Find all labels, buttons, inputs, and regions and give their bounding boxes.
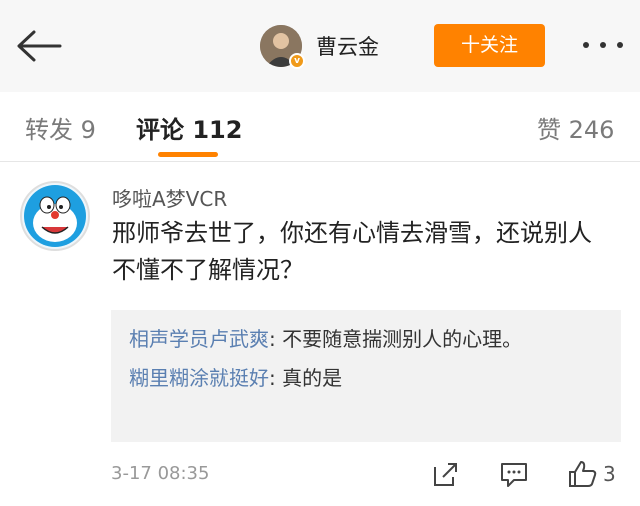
more-options-icon[interactable] [578,30,628,60]
comment-timestamp: 3-17 08:35 [111,463,210,484]
commenter-avatar[interactable] [20,181,90,251]
reply-item: 糊里糊涂就挺好: 真的是 [129,363,603,394]
user-avatar[interactable]: v [260,25,305,69]
comment-text: 邢师爷去世了，你还有心情去滑雪，还说别人不懂不了解情况？ [112,219,592,284]
verified-badge-icon: v [289,53,305,69]
reply-item: 相声学员卢武爽: 不要随意揣测别人的心理。 [129,324,603,355]
tab-bar: 转发 9 评论 112 赞 246 [0,92,640,162]
tab-comments[interactable]: 评论 112 [136,110,242,145]
tab-likes[interactable]: 赞 246 [537,110,614,145]
like-icon[interactable] [567,459,599,489]
like-count: 3 [603,462,616,486]
reply-text: : 不要随意揣测别人的心理。 [269,327,523,351]
reply-list[interactable]: 相声学员卢武爽: 不要随意揣测别人的心理。 糊里糊涂就挺好: 真的是 [111,310,621,442]
back-arrow-icon[interactable] [14,28,66,64]
profile-header[interactable]: v 曹云金 [260,23,379,69]
reply-author[interactable]: 相声学员卢武爽 [129,327,269,351]
reply-comment-icon[interactable] [499,459,529,489]
comment-item: 哆啦A梦VCR 邢师爷去世了，你还有心情去滑雪，还说别人不懂不了解情况？ 相声学… [0,163,640,506]
active-tab-indicator [158,152,218,157]
follow-button[interactable]: 十关注 [434,24,545,67]
share-icon[interactable] [431,459,461,489]
tab-reposts[interactable]: 转发 9 [25,110,96,145]
profile-username[interactable]: 曹云金 [316,31,379,61]
reply-text: : 真的是 [269,366,343,390]
comment-author[interactable]: 哆啦A梦VCR [112,183,227,212]
comment-footer: 3-17 08:35 3 [111,459,621,493]
top-bar: v 曹云金 十关注 [0,0,640,92]
reply-author[interactable]: 糊里糊涂就挺好 [129,366,269,390]
